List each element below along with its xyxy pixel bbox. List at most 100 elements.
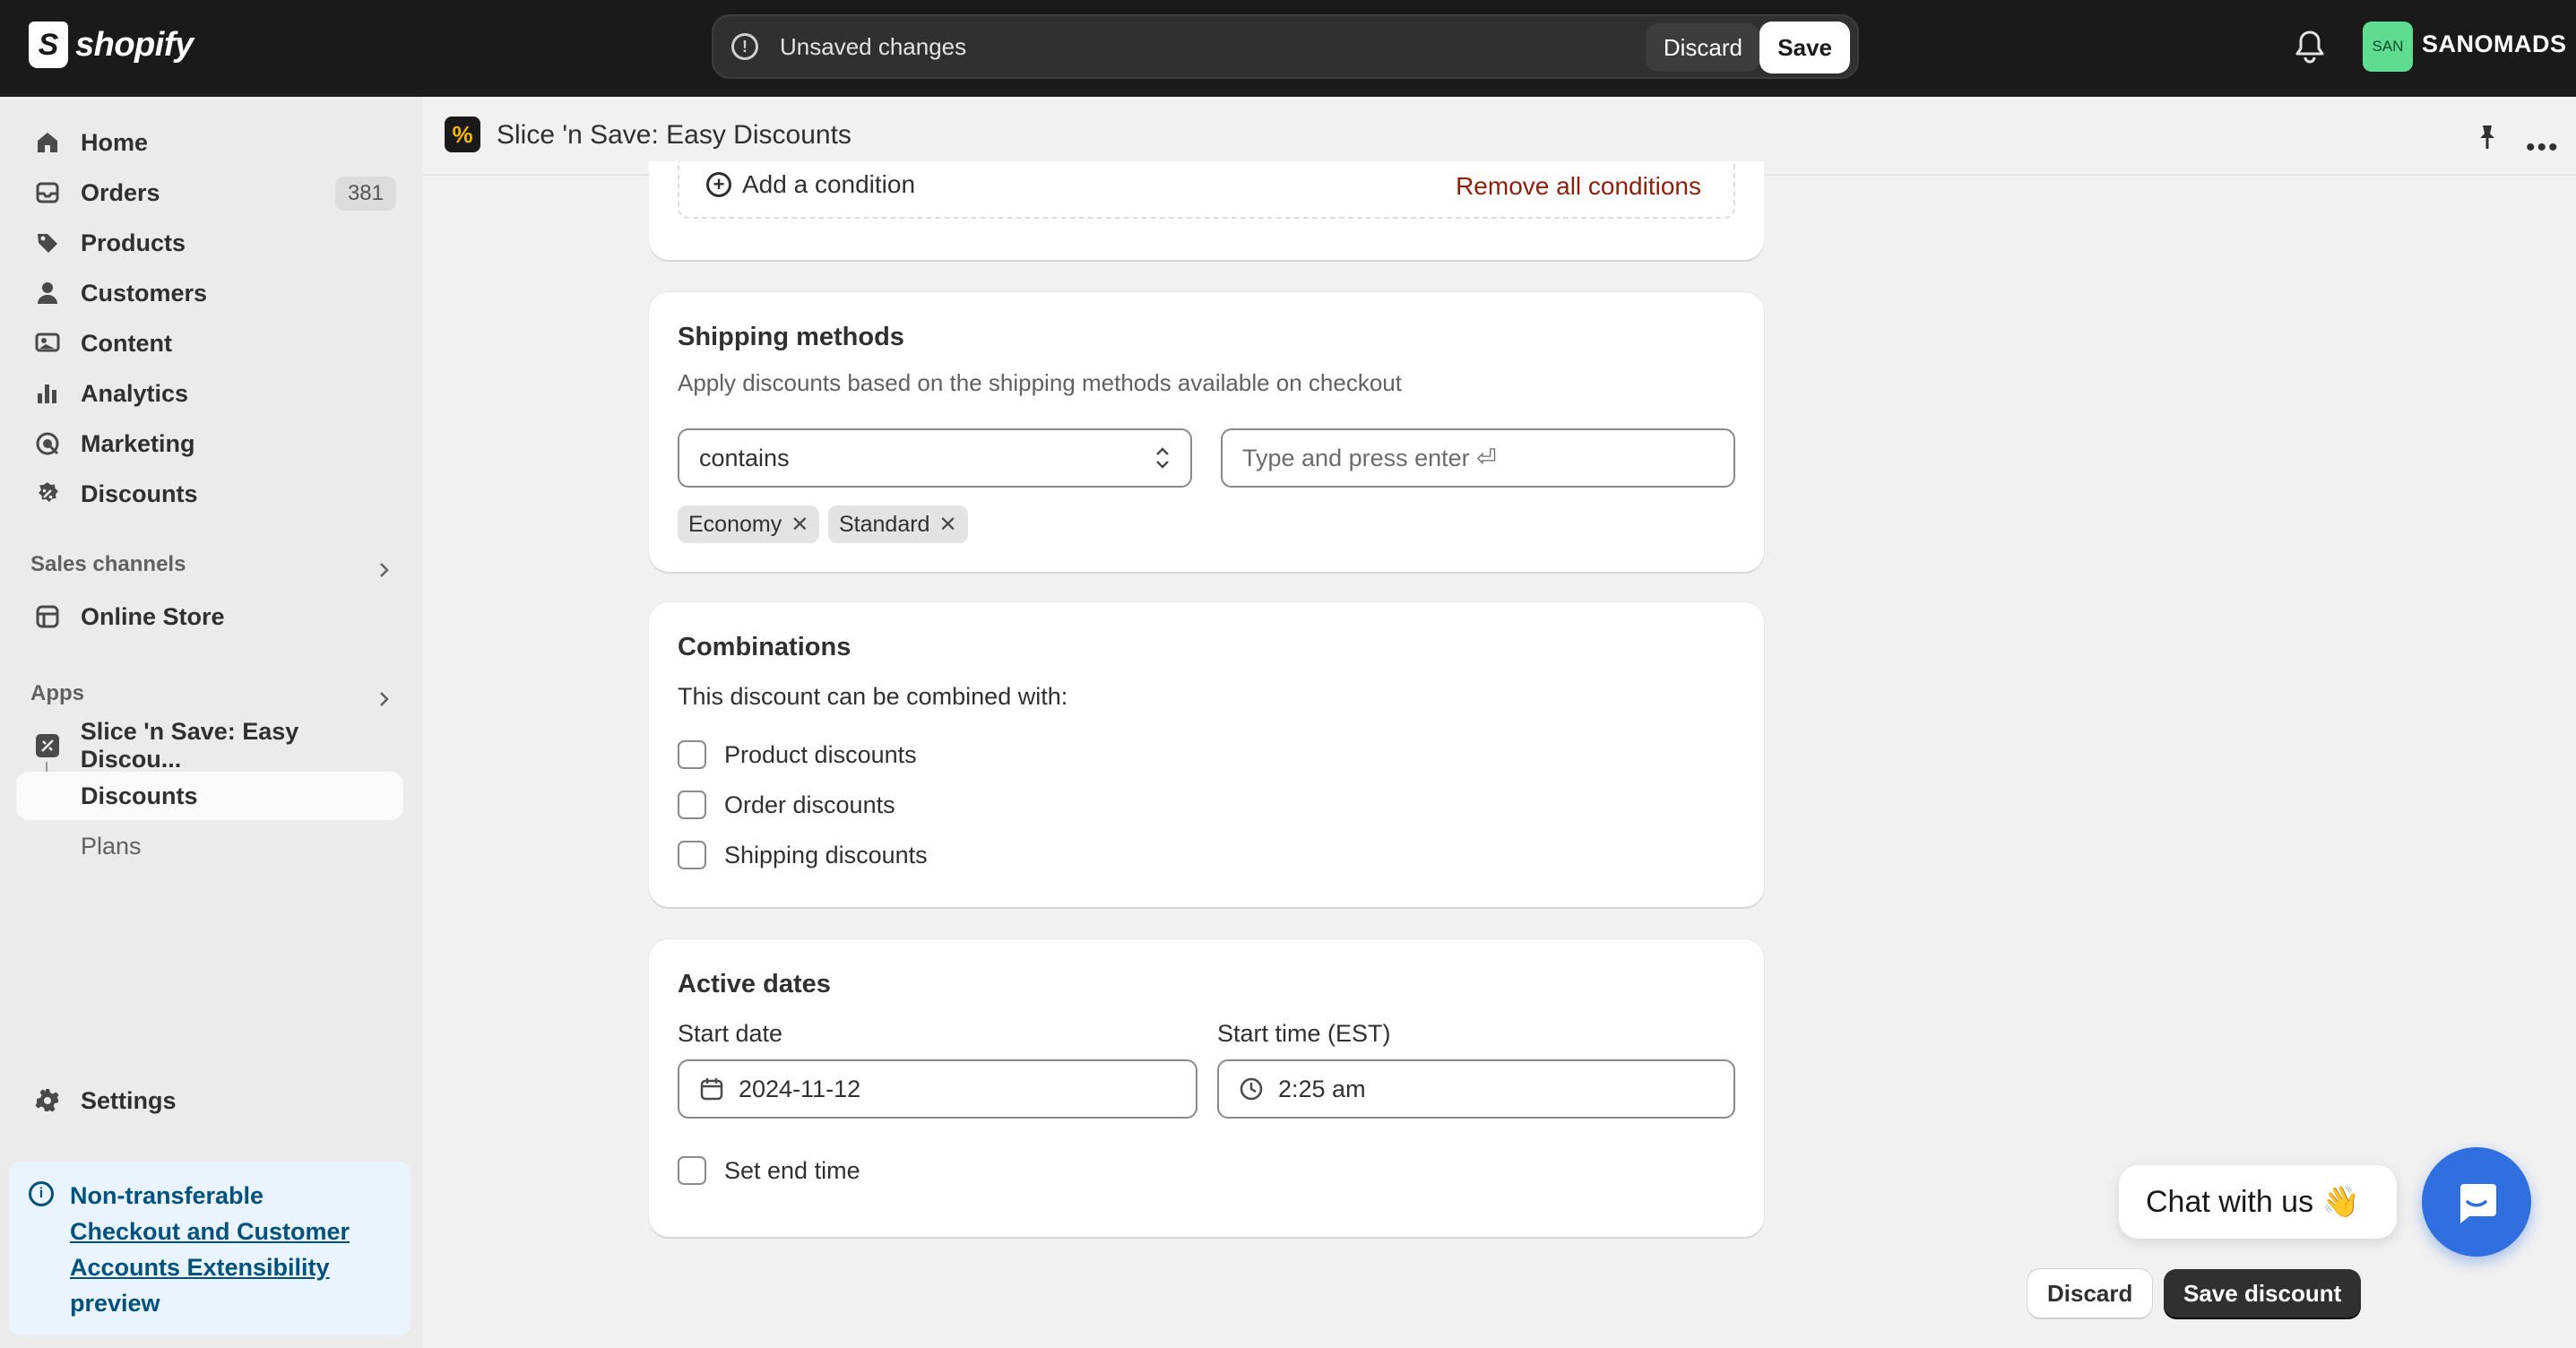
start-date-input[interactable]: 2024-11-12 <box>678 1059 1197 1119</box>
remove-tag-icon[interactable]: ✕ <box>938 512 956 538</box>
chat-prompt-bubble[interactable]: Chat with us 👋 <box>2119 1165 2397 1239</box>
shipping-description: Apply discounts based on the shipping me… <box>678 369 1402 396</box>
sidebar-item-analytics[interactable]: Analytics <box>16 370 403 417</box>
more-options-icon[interactable]: ••• <box>2526 133 2560 163</box>
product-discounts-checkbox-row[interactable]: Product discounts <box>678 740 917 769</box>
store-icon <box>34 603 61 630</box>
sales-channels-heading[interactable]: Sales channels <box>30 552 186 577</box>
add-condition-button[interactable]: + Add a condition <box>706 170 915 199</box>
sidebar-item-settings[interactable]: Settings <box>16 1077 403 1124</box>
tag-label: Economy <box>688 511 782 537</box>
active-dates-title: Active dates <box>678 970 831 998</box>
product-discounts-checkbox[interactable] <box>678 740 706 769</box>
plus-circle-icon: + <box>706 172 731 197</box>
store-avatar[interactable]: SAN <box>2363 22 2413 72</box>
discount-icon <box>34 480 61 507</box>
shipping-operator-select[interactable]: contains <box>678 428 1192 488</box>
target-icon <box>34 430 61 457</box>
shopify-bag-icon: S <box>29 22 68 68</box>
sidebar-item-online-store[interactable]: Online Store <box>16 593 403 640</box>
unsaved-message: Unsaved changes <box>780 32 967 60</box>
remove-tag-icon[interactable]: ✕ <box>791 512 808 538</box>
combinations-description: This discount can be combined with: <box>678 683 1068 710</box>
start-time-value: 2:25 am <box>1278 1075 1366 1102</box>
checkbox-label: Set end time <box>724 1156 860 1184</box>
checkbox-label: Shipping discounts <box>724 841 928 868</box>
set-end-time-checkbox[interactable] <box>678 1156 706 1185</box>
chevron-right-icon[interactable] <box>375 690 393 708</box>
content-icon <box>34 330 61 357</box>
sidebar-item-orders[interactable]: Orders 381 <box>16 169 403 216</box>
sidebar-item-label: Customers <box>81 279 208 307</box>
shipping-discounts-checkbox-row[interactable]: Shipping discounts <box>678 841 928 869</box>
sidebar-item-products[interactable]: Products <box>16 220 403 266</box>
shipping-operator-value: contains <box>699 444 790 471</box>
tag-economy: Economy ✕ <box>678 506 820 543</box>
calendar-icon <box>700 1078 723 1101</box>
conditions-box: + Add a condition Remove all conditions <box>678 161 1735 219</box>
chevron-right-icon[interactable] <box>375 561 393 579</box>
unsaved-changes-bar: ! Unsaved changes Discard Save <box>712 14 1859 79</box>
person-icon <box>34 280 61 307</box>
start-time-input[interactable]: 2:25 am <box>1217 1059 1735 1119</box>
home-icon <box>34 129 61 156</box>
discard-button[interactable]: Discard <box>2027 1269 2153 1318</box>
shipping-title: Shipping methods <box>678 323 904 351</box>
sidebar-item-content[interactable]: Content <box>16 320 403 367</box>
brand-name: shopify <box>75 25 194 64</box>
combinations-title: Combinations <box>678 633 851 661</box>
sidebar-item-marketing[interactable]: Marketing <box>16 420 403 467</box>
orders-count-badge: 381 <box>334 177 396 211</box>
start-date-value: 2024-11-12 <box>739 1075 861 1102</box>
bar-chart-icon <box>34 380 61 407</box>
sidebar-item-label: Settings <box>81 1086 177 1114</box>
sidebar-item-label: Discounts <box>81 480 198 507</box>
pin-icon[interactable] <box>2476 124 2499 151</box>
conditions-card: + Add a condition Remove all conditions <box>649 161 1764 260</box>
checkbox-label: Product discounts <box>724 740 917 768</box>
set-end-time-checkbox-row[interactable]: Set end time <box>678 1156 860 1185</box>
combinations-card: Combinations This discount can be combin… <box>649 602 1764 907</box>
topbar-save-button[interactable]: Save <box>1759 22 1850 73</box>
sidebar-subitem-plans[interactable]: Plans <box>16 822 403 870</box>
sidebar-item-label: Marketing <box>81 429 195 457</box>
active-dates-card: Active dates Start date Start time (EST)… <box>649 939 1764 1237</box>
shipping-discounts-checkbox[interactable] <box>678 841 706 869</box>
sidebar-subitem-discounts[interactable]: Discounts <box>16 772 403 820</box>
top-bar: S shopify ! Unsaved changes Discard Save… <box>0 0 2576 97</box>
clock-icon <box>1240 1077 1263 1101</box>
chat-launcher-button[interactable] <box>2422 1147 2531 1257</box>
sidebar-item-app[interactable]: Slice 'n Save: Easy Discou... <box>16 718 403 773</box>
app-icon <box>34 732 61 759</box>
page-title: Slice 'n Save: Easy Discounts <box>497 120 851 150</box>
store-name[interactable]: SANOMADS <box>2422 30 2567 58</box>
remove-all-conditions-button[interactable]: Remove all conditions <box>1456 172 1701 201</box>
chat-icon <box>2460 1184 2496 1223</box>
shipping-input-placeholder: Type and press enter ⏎ <box>1242 444 1497 471</box>
tag-label: Standard <box>839 511 930 537</box>
apps-heading[interactable]: Apps <box>30 681 84 706</box>
sidebar-item-home[interactable]: Home <box>16 119 403 166</box>
add-condition-label: Add a condition <box>742 170 916 198</box>
info-link[interactable]: Checkout and Customer Accounts Extensibi… <box>70 1214 393 1285</box>
app-logo-icon: % <box>445 117 480 152</box>
orders-icon <box>34 179 61 206</box>
info-text: Non-transferable <box>70 1182 264 1209</box>
sidebar-item-label: Slice 'n Save: Easy Discou... <box>80 718 299 773</box>
sidebar-item-customers[interactable]: Customers <box>16 270 403 316</box>
order-discounts-checkbox[interactable] <box>678 791 706 819</box>
shipping-method-input[interactable]: Type and press enter ⏎ <box>1221 428 1735 488</box>
sidebar-item-label: Products <box>81 229 186 256</box>
start-time-label: Start time (EST) <box>1217 1020 1391 1047</box>
tag-icon <box>34 229 61 256</box>
bell-icon[interactable] <box>2295 29 2325 65</box>
sidebar-item-discounts[interactable]: Discounts <box>16 471 403 517</box>
order-discounts-checkbox-row[interactable]: Order discounts <box>678 791 895 819</box>
info-banner: i Non-transferable Checkout and Customer… <box>9 1162 411 1335</box>
shopify-logo[interactable]: S shopify <box>29 22 194 68</box>
topbar-discard-button[interactable]: Discard <box>1645 23 1760 72</box>
sidebar-item-label: Content <box>81 329 172 357</box>
save-discount-button[interactable]: Save discount <box>2164 1269 2362 1318</box>
info-text-end: preview <box>70 1290 160 1317</box>
select-arrows-icon <box>1156 447 1169 469</box>
